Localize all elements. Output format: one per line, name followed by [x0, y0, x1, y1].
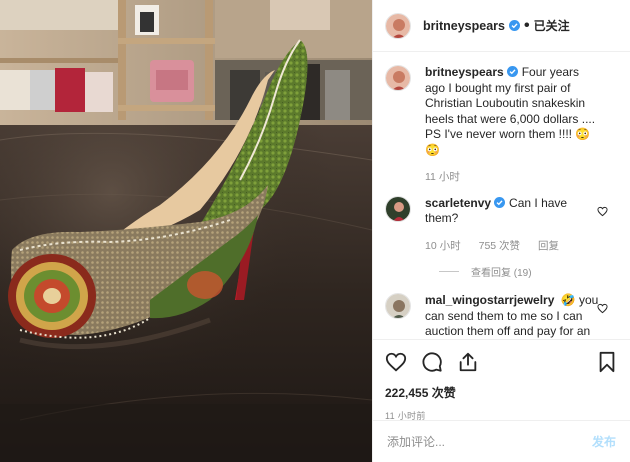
heart-icon[interactable]	[597, 301, 608, 314]
avatar[interactable]	[385, 293, 411, 319]
separator-dot: •	[523, 16, 530, 34]
comment-time[interactable]: 10 小时	[425, 239, 461, 255]
post-header: britneyspears • 已关注	[373, 0, 630, 52]
avatar[interactable]	[385, 65, 411, 91]
bookmark-icon[interactable]	[596, 351, 618, 373]
divider	[439, 271, 459, 272]
view-replies-link[interactable]: 查看回复 (19)	[439, 264, 618, 279]
list-item: scarletenvy Can I have them? 10 小时 755 次赞…	[385, 195, 618, 255]
reply-button[interactable]: 回复	[538, 239, 559, 255]
caption-comment: britneyspears Four years ago I bought my …	[385, 65, 618, 186]
action-bar	[385, 348, 618, 376]
avatar[interactable]	[385, 195, 411, 222]
post-comment-button[interactable]: 发布	[592, 433, 616, 450]
comment-icon[interactable]	[421, 351, 443, 373]
comment-list[interactable]: britneyspears Four years ago I bought my …	[373, 53, 630, 339]
comment-meta: 10 小时 755 次赞 回复	[425, 239, 602, 255]
heart-icon[interactable]	[597, 204, 608, 216]
post-photo[interactable]	[0, 0, 372, 462]
profile-photo-icon	[386, 196, 410, 221]
follow-status-button[interactable]: 已关注	[534, 17, 570, 34]
like-count[interactable]: 222,455 次赞	[385, 384, 618, 401]
verified-badge-icon	[494, 196, 506, 208]
profile-photo-icon	[386, 13, 410, 38]
verified-badge-icon	[508, 20, 520, 31]
avatar[interactable]	[385, 12, 411, 39]
heart-icon[interactable]	[385, 351, 407, 373]
comment-time[interactable]: 11 小时	[425, 170, 460, 186]
profile-photo-icon	[386, 66, 410, 90]
list-item: mal_wingostarrjewelry 🤣 you can send the…	[385, 293, 618, 339]
add-comment-bar: 添加评论... 发布	[373, 420, 630, 462]
post-detail-panel: britneyspears • 已关注 britneyspears Four ye…	[372, 0, 630, 462]
share-icon[interactable]	[457, 351, 479, 373]
post-username[interactable]: britneyspears	[423, 19, 505, 33]
comment-username[interactable]: mal_wingostarrjewelry	[425, 293, 554, 307]
post-actions: 222,455 次赞 11 小时前	[373, 339, 630, 422]
profile-photo-icon	[386, 294, 410, 318]
view-replies-label: 查看回复 (19)	[471, 268, 532, 279]
comment-likes[interactable]: 755 次赞	[479, 239, 520, 255]
shoe-photo-illustration	[0, 0, 372, 462]
comment-username[interactable]: britneyspears	[425, 65, 504, 79]
comment-username[interactable]: scarletenvy	[425, 196, 491, 210]
verified-badge-icon	[506, 66, 518, 77]
comment-meta: 11 小时	[425, 170, 602, 186]
comment-input[interactable]: 添加评论...	[387, 433, 592, 450]
